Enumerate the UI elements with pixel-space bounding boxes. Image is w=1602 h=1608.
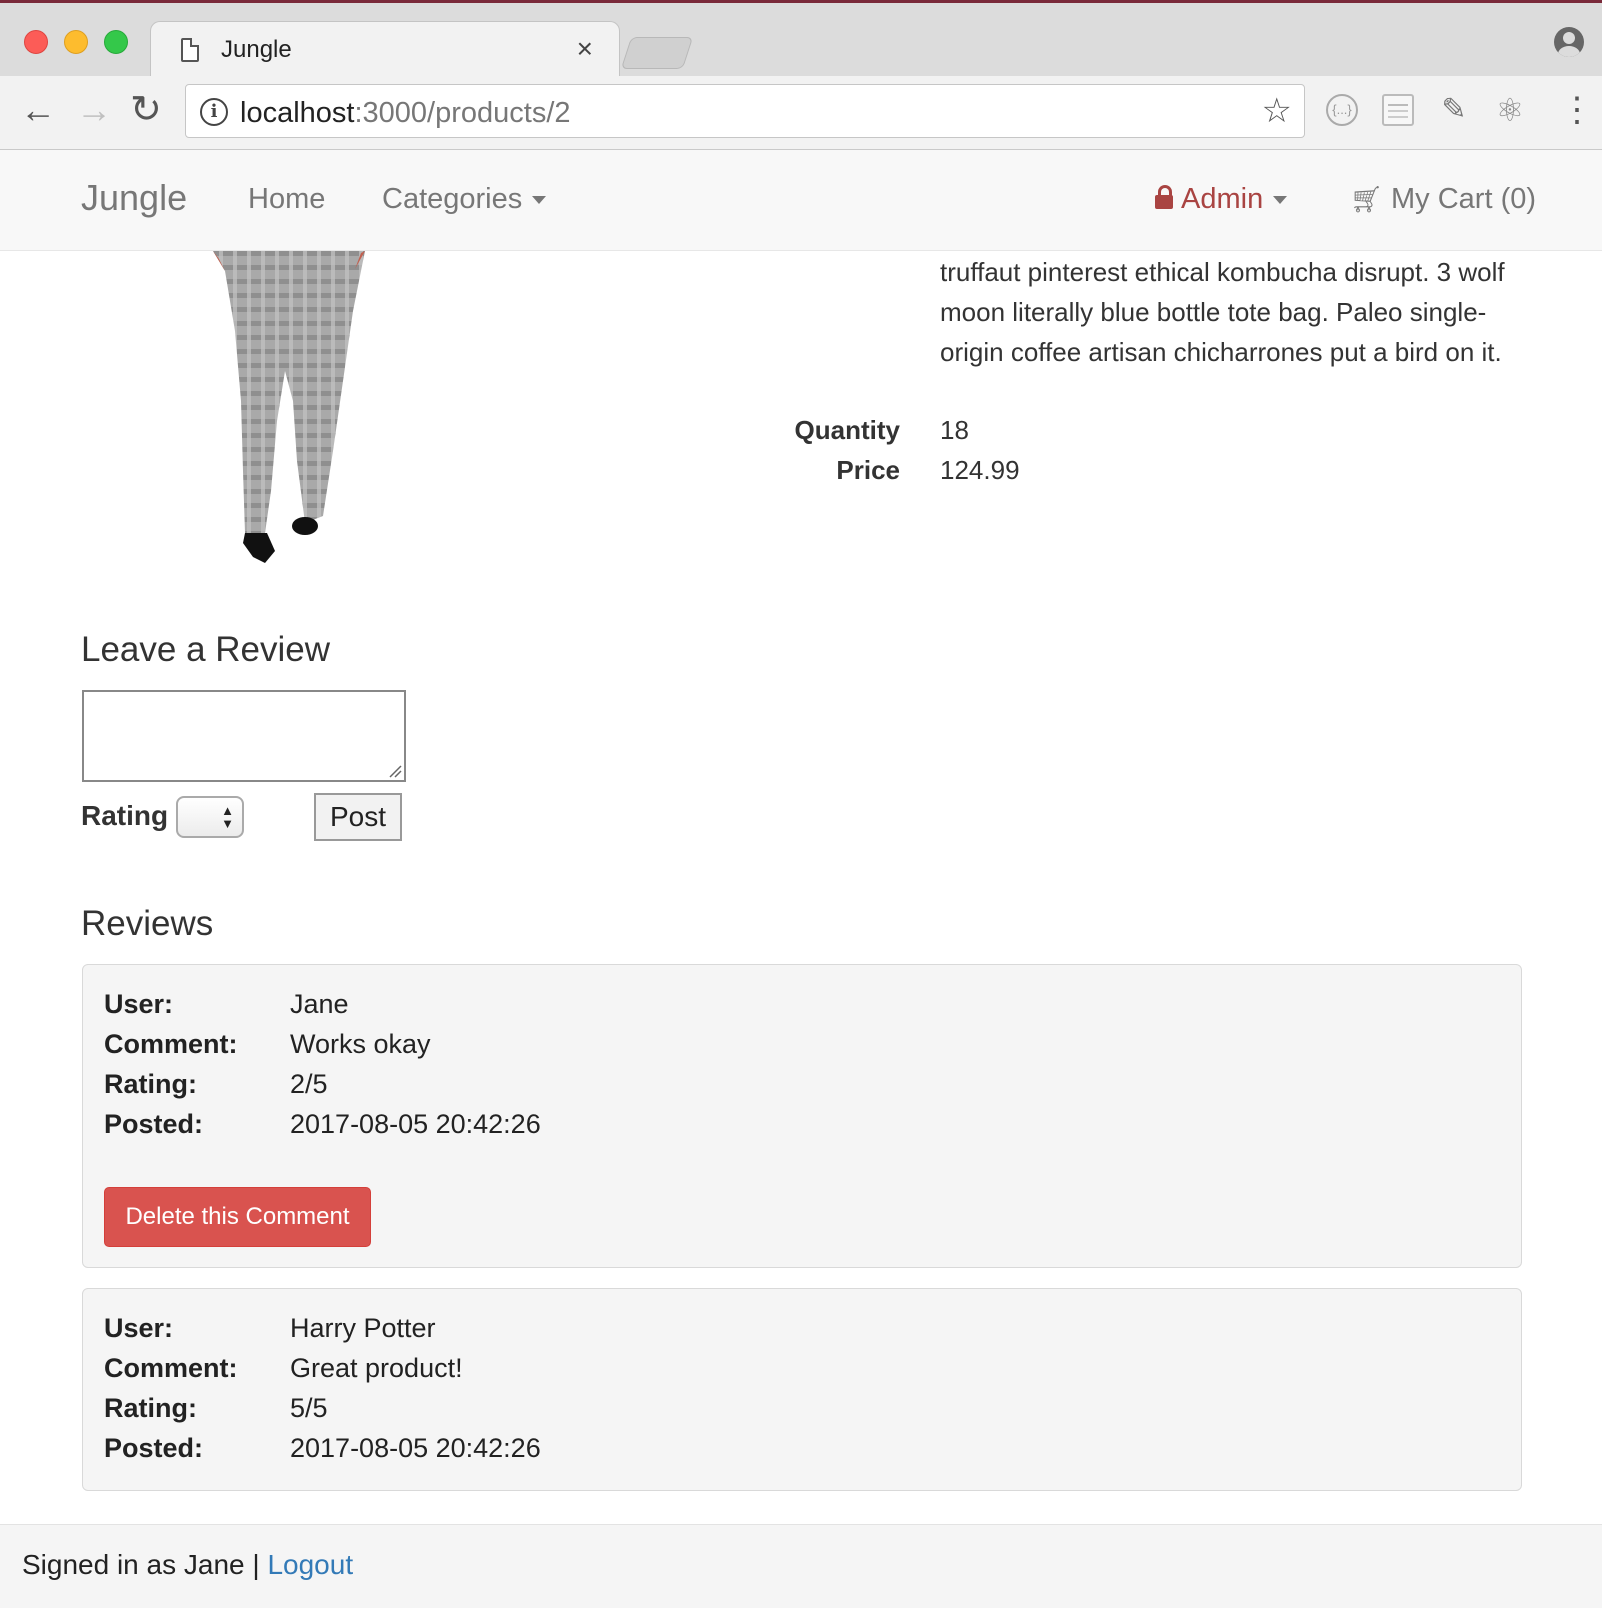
nav-cart-label: My Cart (0) [1391,183,1537,215]
tab-title: Jungle [221,36,292,63]
info-icon[interactable]: i [200,98,228,126]
review-comment-row: Comment: Great product! [104,1353,463,1384]
quantity-value: 18 [940,415,969,445]
caret-down-icon [1273,196,1288,205]
close-tab-icon[interactable]: × [577,33,593,65]
signed-in-text: Signed in as Jane | [22,1549,260,1580]
select-arrows-icon: ▲ ▼ [221,803,234,831]
review-card: User: Harry Potter Comment: Great product!… [82,1288,1522,1491]
review-posted-row: Posted: 2017-08-05 20:42:26 [104,1433,541,1464]
react-devtools-icon[interactable]: ⚛ [1494,94,1526,126]
json-viewer-extension-icon[interactable]: {...} [1326,94,1358,126]
nav-home-link[interactable]: Home [248,183,325,216]
review-user-row: User: Jane [104,989,349,1020]
review-posted: 2017-08-05 20:42:26 [290,1433,541,1463]
user-key: User: [104,1313,174,1343]
review-posted-row: Posted: 2017-08-05 20:42:26 [104,1109,541,1140]
signed-in-status: Signed in as Jane | Logout [22,1549,353,1581]
price-value: 124.99 [940,455,1020,485]
posted-key: Posted: [104,1433,204,1463]
price-label: Price [836,455,900,485]
close-window-button[interactable] [24,30,48,54]
caret-down-icon [532,196,547,205]
review-rating-row: Rating: 2/5 [104,1069,328,1100]
review-comment: Works okay [290,1029,431,1059]
browser-titlebar: Jungle × [0,0,1602,79]
site-footer: Signed in as Jane | Logout [0,1524,1602,1608]
quantity-label: Quantity [794,415,900,445]
review-user-row: User: Harry Potter [104,1313,436,1344]
url-text[interactable]: localhost:3000/products/2 [240,97,571,130]
rating-key: Rating: [104,1393,197,1423]
product-image [213,251,365,563]
nav-admin-label: Admin [1181,183,1264,215]
review-comment-textarea[interactable] [82,690,406,782]
reload-icon[interactable]: ↻ [130,90,162,130]
minimize-window-button[interactable] [64,30,88,54]
delete-comment-button[interactable]: Delete this Comment [104,1187,371,1247]
brand-link[interactable]: Jungle [81,177,187,219]
review-comment: Great product! [290,1353,463,1383]
comment-key: Comment: [104,1353,238,1383]
url-host: localhost [240,97,355,129]
bookmark-star-icon[interactable]: ☆ [1262,91,1292,131]
nav-cart-link[interactable]: 🛒︎ My Cart (0) [1350,183,1536,216]
page-extension-icon[interactable] [1382,94,1414,126]
browser-tab[interactable]: Jungle × [150,21,620,79]
leave-review-heading: Leave a Review [81,630,331,669]
review-rating: 5/5 [290,1393,328,1423]
address-bar[interactable]: i localhost:3000/products/2 ☆ [185,84,1305,138]
new-tab-button[interactable] [620,37,694,69]
posted-key: Posted: [104,1109,204,1139]
post-review-button[interactable]: Post [314,793,402,841]
review-rating: 2/5 [290,1069,328,1099]
back-arrow-icon[interactable]: ← [20,90,56,130]
url-path: :3000/products/2 [354,97,571,129]
rating-label: Rating [81,800,169,831]
comment-key: Comment: [104,1029,238,1059]
logout-link[interactable]: Logout [267,1549,353,1580]
profile-icon[interactable] [1554,27,1584,57]
review-rating-row: Rating: 5/5 [104,1393,328,1424]
lock-icon [1155,185,1173,209]
browser-toolbar: ← → ↻ i localhost:3000/products/2 ☆ {...… [0,76,1602,150]
reviews-heading: Reviews [81,904,214,943]
review-posted: 2017-08-05 20:42:26 [290,1109,541,1139]
document-icon [181,38,199,62]
review-comment-row: Comment: Works okay [104,1029,431,1060]
resize-grip-icon[interactable] [388,764,402,778]
nav-categories-label: Categories [382,183,523,215]
user-key: User: [104,989,174,1019]
eyedropper-extension-icon[interactable]: ✎ [1438,94,1470,126]
chrome-menu-icon[interactable]: ⋮ [1560,90,1594,130]
shopping-cart-icon: 🛒︎ [1350,184,1384,214]
maximize-window-button[interactable] [104,30,128,54]
review-user: Harry Potter [290,1313,436,1343]
site-navbar: Jungle Home Categories Admin 🛒︎ My Cart (… [0,150,1602,251]
review-card: User: Jane Comment: Works okay Rating: 2/5 … [82,964,1522,1268]
nav-admin-dropdown[interactable]: Admin [1155,183,1288,216]
rating-select[interactable]: ▲ ▼ [176,796,244,838]
forward-arrow-icon[interactable]: → [76,90,112,130]
rating-key: Rating: [104,1069,197,1099]
review-user: Jane [290,989,349,1019]
product-description: truffaut pinterest ethical kombucha disr… [940,257,1505,367]
nav-categories-dropdown[interactable]: Categories [382,183,547,216]
